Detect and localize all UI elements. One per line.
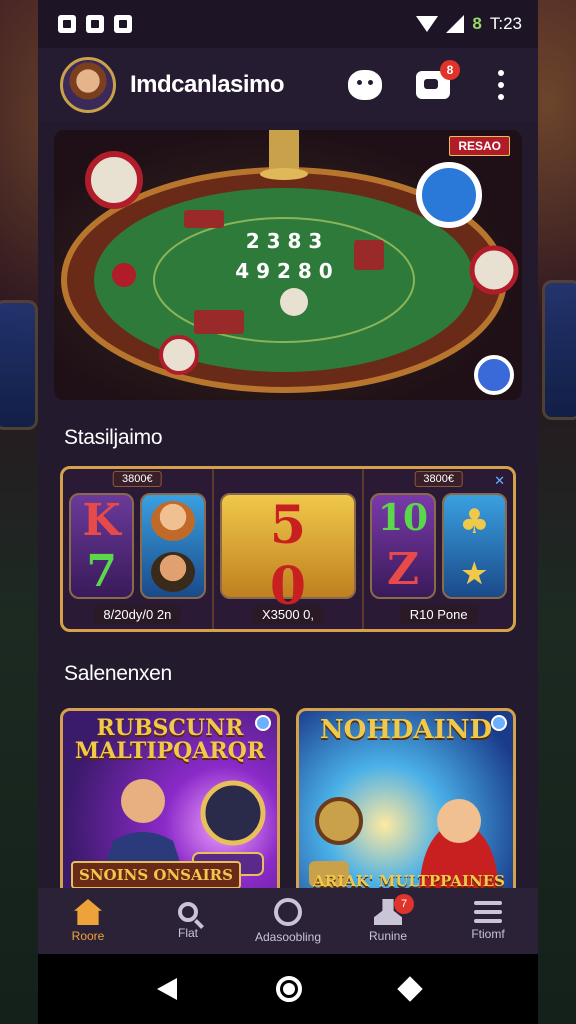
- recent-apps-icon[interactable]: [396, 976, 423, 1002]
- bottom-navigation: Roore Flat Adasoobling 7 Runine Ftiomf: [38, 888, 538, 954]
- slot-machine[interactable]: 3800€ K7 8/20dy/0 2n: [63, 469, 212, 629]
- info-icon[interactable]: [491, 715, 507, 731]
- background-slot-machine: [0, 300, 38, 430]
- nav-item-profile[interactable]: 7 Runine: [338, 888, 438, 954]
- nav-item-tournaments[interactable]: Adasoobling: [238, 888, 338, 954]
- notification-badge: 8: [440, 60, 460, 80]
- table-number-row: 2 3 8 3: [246, 229, 323, 253]
- section-title-games: Salenenxen: [64, 662, 172, 685]
- nav-label: Runine: [368, 929, 408, 943]
- jackpot-label: 3800€: [113, 471, 162, 487]
- game-title: NOHDAIND: [319, 715, 493, 745]
- app-screen: 8 T:23 Imdcanlasimo 8 2 3 8 3 4 9 2 8 0 …: [38, 0, 538, 1024]
- avatar[interactable]: [60, 57, 116, 113]
- menu-icon: [474, 901, 502, 923]
- notification-icon: [114, 15, 132, 33]
- promo-tag: RESAO: [449, 136, 510, 156]
- search-icon: [178, 902, 198, 922]
- slot-reel: 10 Z: [370, 493, 436, 599]
- game-card[interactable]: NOHDAIND ARIAK' MULTPPAINES: [296, 708, 516, 904]
- close-icon[interactable]: ✕: [494, 473, 505, 489]
- clock: T:23: [489, 14, 522, 33]
- info-icon[interactable]: [255, 715, 271, 731]
- game-subtitle: SNOINS ONSAIRS: [71, 860, 241, 889]
- app-bar: Imdcanlasimo 8: [38, 48, 538, 122]
- nav-label: Flat: [177, 926, 198, 940]
- support-bot-button[interactable]: [348, 68, 382, 102]
- battery-level: 8: [472, 14, 482, 33]
- background-slot-machine: [542, 280, 576, 420]
- nav-label: Roore: [71, 929, 105, 943]
- slot-machine[interactable]: 50 X3500 0,: [211, 469, 363, 629]
- nav-item-menu[interactable]: Ftiomf: [438, 888, 538, 954]
- notification-icon: [58, 15, 76, 33]
- nav-label: Ftiomf: [471, 927, 505, 941]
- app-title: Imdcanlasimo: [130, 71, 285, 98]
- overflow-menu-button[interactable]: [484, 68, 518, 102]
- slot-reel: K7: [69, 493, 135, 599]
- signal-icon: [446, 15, 465, 33]
- game-subtitle: ARIAK' MULTPPAINES: [313, 871, 505, 890]
- slots-banner[interactable]: 3800€ K7 8/20dy/0 2n 50 X3500 0, 3800€ ✕…: [60, 466, 516, 632]
- bot-icon: [348, 70, 382, 100]
- tournament-icon: [274, 898, 302, 926]
- system-navigation-bar: [38, 954, 538, 1024]
- slot-footer-label: 8/20dy/0 2n: [93, 605, 182, 624]
- slot-footer-label: X3500 0,: [251, 605, 325, 624]
- status-bar: 8 T:23: [38, 0, 538, 48]
- slot-reel-symbols: ♣ ★: [441, 493, 508, 599]
- messages-button[interactable]: 8: [416, 60, 460, 102]
- slot-reel: 50: [219, 493, 357, 617]
- game-card[interactable]: RUBSCUNR MALTIPQARQR SNOINS ONSAIRS: [60, 708, 280, 904]
- game-title: RUBSCUNR MALTIPQARQR: [74, 715, 266, 765]
- notification-badge: 7: [394, 894, 414, 914]
- slot-reel-portraits: [140, 493, 206, 599]
- kebab-menu-icon: [498, 70, 504, 100]
- home-button-icon[interactable]: [275, 976, 302, 1002]
- roulette-hero-banner[interactable]: 2 3 8 3 4 9 2 8 0 RESAO: [54, 130, 522, 400]
- jackpot-label: 3800€: [414, 471, 463, 487]
- slot-machine[interactable]: 3800€ ✕ 10 Z ♣ ★ R10 Pone: [362, 469, 513, 629]
- wifi-icon: [416, 16, 439, 32]
- slot-footer-label: R10 Pone: [399, 605, 478, 624]
- section-title-slots: Stasiljaimo: [64, 426, 163, 449]
- table-number-row: 4 9 2 8 0: [235, 259, 332, 283]
- back-icon[interactable]: [157, 978, 178, 1000]
- notification-icon: [86, 15, 104, 33]
- nav-item-search[interactable]: Flat: [138, 888, 238, 954]
- game-grid: RUBSCUNR MALTIPQARQR SNOINS ONSAIRS NOHD…: [60, 708, 516, 904]
- nav-label: Adasoobling: [254, 930, 322, 944]
- home-icon: [74, 899, 102, 925]
- nav-item-home[interactable]: Roore: [38, 888, 138, 954]
- roulette-table-illustration: 2 3 8 3 4 9 2 8 0: [61, 130, 519, 395]
